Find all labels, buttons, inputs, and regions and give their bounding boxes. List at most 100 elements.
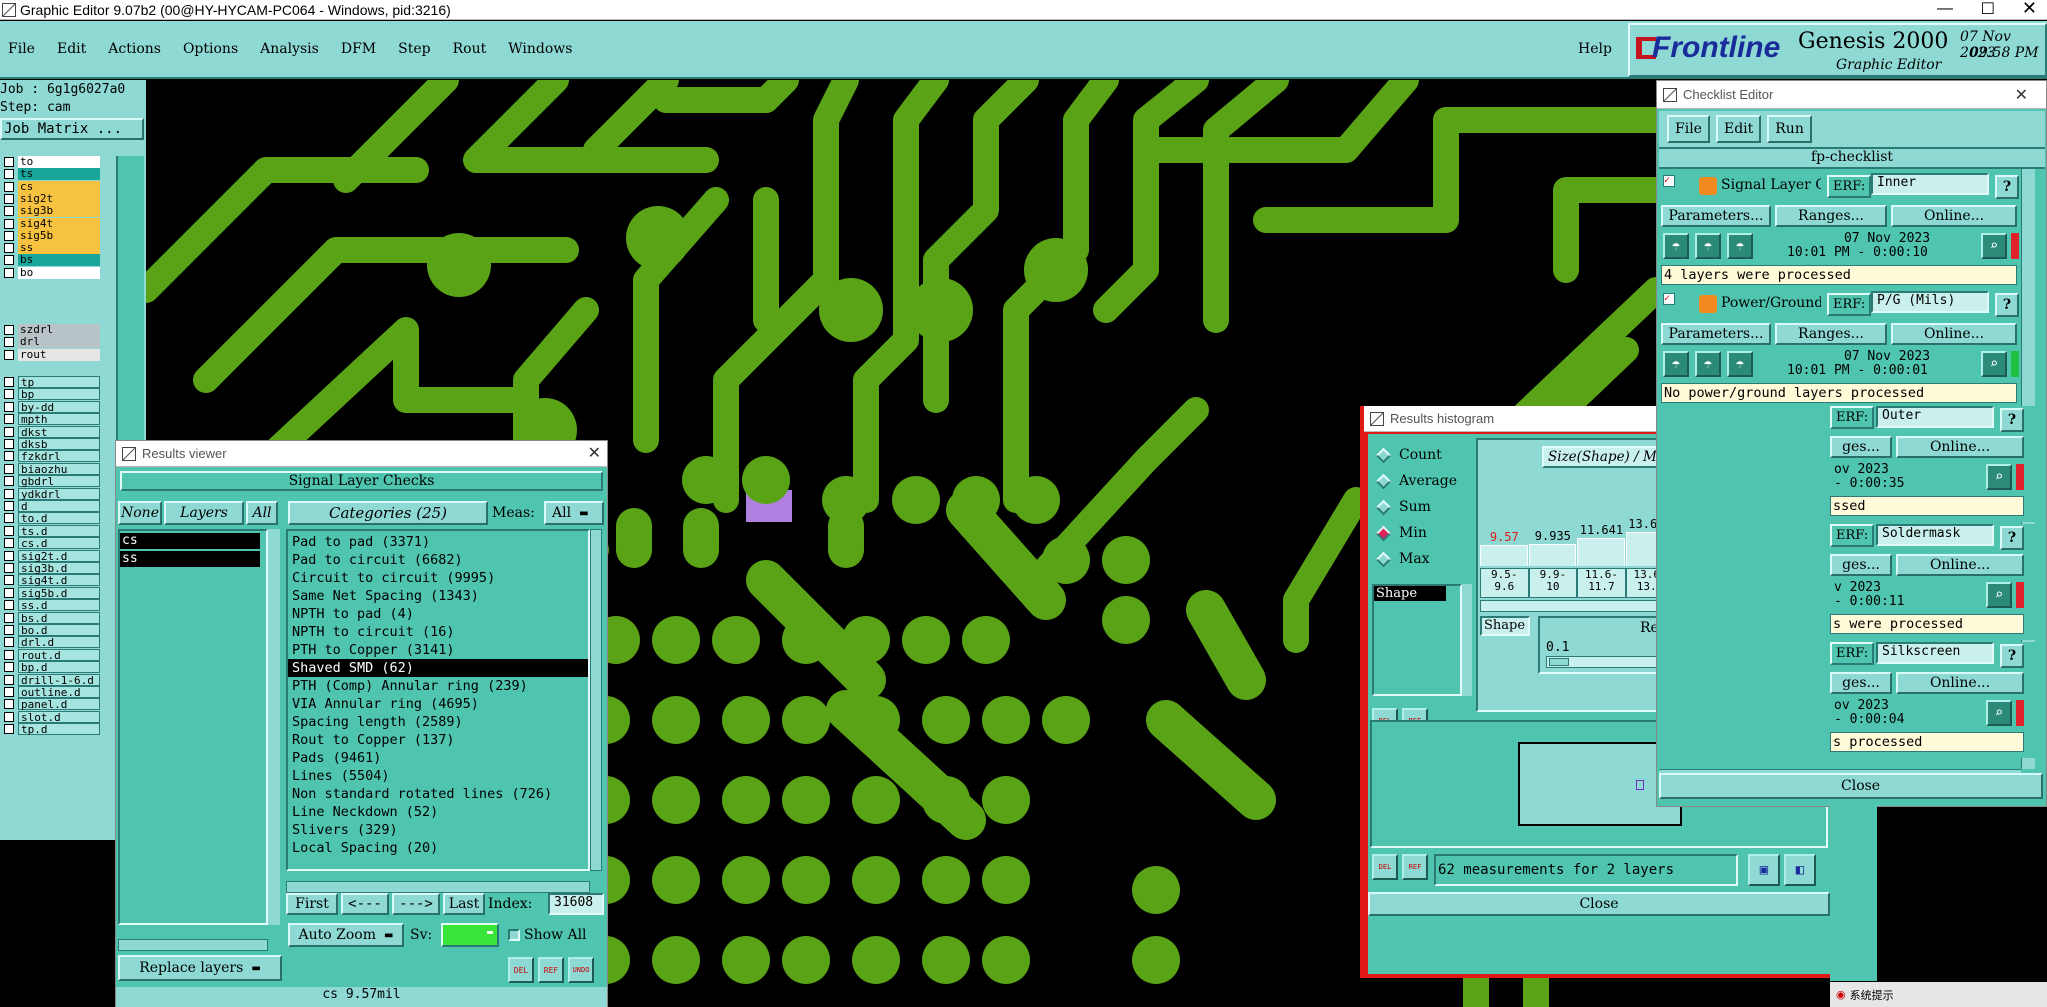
- layer-row[interactable]: sig2t: [0, 192, 112, 205]
- run-step-icon[interactable]: ☂: [1727, 233, 1753, 259]
- none-button[interactable]: None: [118, 501, 162, 525]
- ranges-button[interactable]: ges...: [1830, 554, 1892, 576]
- shape-list-scrollbar[interactable]: [1462, 584, 1472, 696]
- last-button[interactable]: Last: [443, 893, 485, 915]
- layer-row[interactable]: sig4t.d: [0, 574, 112, 587]
- pcb-pad[interactable]: [852, 776, 900, 824]
- category-item[interactable]: Local Spacing (20): [288, 839, 588, 857]
- pcb-pad[interactable]: [962, 616, 1010, 664]
- run-icon[interactable]: ☂: [1663, 233, 1689, 259]
- layer-checkbox[interactable]: [4, 157, 14, 167]
- checklist-close-button[interactable]: Close: [1659, 773, 2043, 799]
- layer-checkbox[interactable]: [4, 674, 14, 685]
- maximize-icon[interactable]: ☐: [1981, 0, 1995, 19]
- online-button[interactable]: Online...: [1896, 554, 2024, 576]
- category-list[interactable]: Pad to pad (3371) Pad to circuit (6682) Ci…: [286, 529, 590, 871]
- menu-file[interactable]: File: [8, 41, 35, 57]
- pcb-pad[interactable]: [652, 776, 700, 824]
- menu-options[interactable]: Options: [183, 41, 238, 57]
- online-button[interactable]: Online...: [1891, 323, 2017, 345]
- pcb-pad[interactable]: [1132, 936, 1180, 984]
- pcb-pad[interactable]: [852, 936, 900, 984]
- layer-row[interactable]: slot.d: [0, 710, 112, 723]
- layer-row[interactable]: outline.d: [0, 686, 112, 699]
- layer-checkbox[interactable]: [4, 181, 14, 192]
- layer-row[interactable]: cs: [0, 180, 112, 193]
- pcb-pad[interactable]: [782, 936, 830, 984]
- zoom-fit-icon[interactable]: ▣: [1748, 854, 1780, 886]
- pcb-pad[interactable]: [1102, 596, 1150, 644]
- layer-row[interactable]: by-dd: [0, 400, 112, 413]
- parameters-button[interactable]: Parameters...: [1661, 323, 1771, 345]
- zoom-results-icon[interactable]: ⌕: [1981, 233, 2007, 259]
- layer-select-item[interactable]: cs: [120, 533, 260, 549]
- layer-row[interactable]: fzkdrl: [0, 450, 112, 463]
- category-item[interactable]: Pads (9461): [288, 749, 588, 767]
- category-item[interactable]: Shaved SMD (62): [288, 659, 588, 677]
- layer-checkbox[interactable]: [4, 337, 14, 348]
- erf-value[interactable]: Outer: [1876, 406, 1994, 428]
- minimize-icon[interactable]: —: [1937, 0, 1953, 18]
- all-button[interactable]: All: [246, 501, 278, 525]
- check-enable-checkbox[interactable]: ✓: [1663, 175, 1675, 187]
- pcb-pad[interactable]: [652, 616, 700, 664]
- layer-row[interactable]: bp: [0, 388, 112, 401]
- pcb-pad[interactable]: [652, 936, 700, 984]
- job-matrix-button[interactable]: Job Matrix ...: [0, 118, 144, 140]
- layer-row[interactable]: d: [0, 500, 112, 513]
- ranges-button[interactable]: ges...: [1830, 436, 1892, 458]
- layer-row[interactable]: bo.d: [0, 624, 112, 637]
- layer-select-item[interactable]: ss: [120, 551, 260, 567]
- pcb-pad[interactable]: [922, 696, 970, 744]
- replace-layers-select[interactable]: Replace layers ▬: [118, 955, 282, 981]
- layer-row[interactable]: sig5b: [0, 229, 112, 242]
- sv-color-select[interactable]: ▬: [441, 923, 499, 947]
- layer-list-scrollbar[interactable]: [268, 529, 280, 925]
- zoom-results-icon[interactable]: ⌕: [1986, 582, 2012, 608]
- layer-row[interactable]: sig3b.d: [0, 562, 112, 575]
- category-hscroll[interactable]: [286, 881, 590, 893]
- mode-average-radio[interactable]: Average: [1372, 468, 1474, 494]
- layer-row[interactable]: biaozhu: [0, 462, 112, 475]
- layer-checkbox[interactable]: [4, 501, 14, 511]
- category-item[interactable]: Same Net Spacing (1343): [288, 587, 588, 605]
- first-button[interactable]: First: [286, 893, 338, 915]
- layer-row[interactable]: bp.d: [0, 661, 112, 674]
- menu-rout[interactable]: Rout: [453, 41, 487, 57]
- preview-ref-button[interactable]: REF: [1402, 854, 1428, 880]
- help-icon[interactable]: ?: [1995, 293, 2019, 317]
- layer-checkbox[interactable]: [4, 267, 14, 278]
- layer-checkbox[interactable]: [4, 525, 14, 536]
- category-vscroll[interactable]: [590, 529, 602, 871]
- layer-row[interactable]: mpth: [0, 413, 112, 426]
- layer-row[interactable]: sig3b: [0, 205, 112, 218]
- layer-checkbox[interactable]: [4, 637, 14, 648]
- layer-row[interactable]: bo: [0, 266, 112, 279]
- pcb-pad[interactable]: [1042, 696, 1090, 744]
- menu-dfm[interactable]: DFM: [341, 41, 376, 57]
- layer-checkbox[interactable]: [4, 587, 14, 598]
- layer-row[interactable]: gbdrl: [0, 475, 112, 488]
- layer-row[interactable]: dkst: [0, 425, 112, 438]
- layer-select-list[interactable]: cs ss: [118, 529, 268, 925]
- layer-row[interactable]: panel.d: [0, 698, 112, 711]
- checklist-menu-run[interactable]: Run: [1767, 115, 1812, 143]
- close-icon[interactable]: ✕: [2022, 0, 2037, 19]
- menu-analysis[interactable]: Analysis: [260, 41, 319, 57]
- zoom-results-icon[interactable]: ⌕: [1981, 351, 2007, 377]
- show-all-checkbox[interactable]: [508, 929, 520, 941]
- pcb-pad[interactable]: [1102, 536, 1150, 584]
- layer-row[interactable]: to: [0, 156, 112, 168]
- layer-checkbox[interactable]: [4, 206, 14, 217]
- layer-checkbox[interactable]: [4, 600, 14, 611]
- layer-row[interactable]: ts.d: [0, 524, 112, 537]
- checklist-menu-edit[interactable]: Edit: [1715, 115, 1762, 143]
- layer-checkbox[interactable]: [4, 218, 14, 229]
- shape-list-item[interactable]: Shape: [1374, 586, 1446, 601]
- pcb-pad[interactable]: [982, 696, 1030, 744]
- category-item[interactable]: PTH (Comp) Annular ring (239): [288, 677, 588, 695]
- category-item[interactable]: Slivers (329): [288, 821, 588, 839]
- layer-checkbox[interactable]: [4, 193, 14, 204]
- menu-step[interactable]: Step: [398, 41, 430, 57]
- category-item[interactable]: Pad to pad (3371): [288, 533, 588, 551]
